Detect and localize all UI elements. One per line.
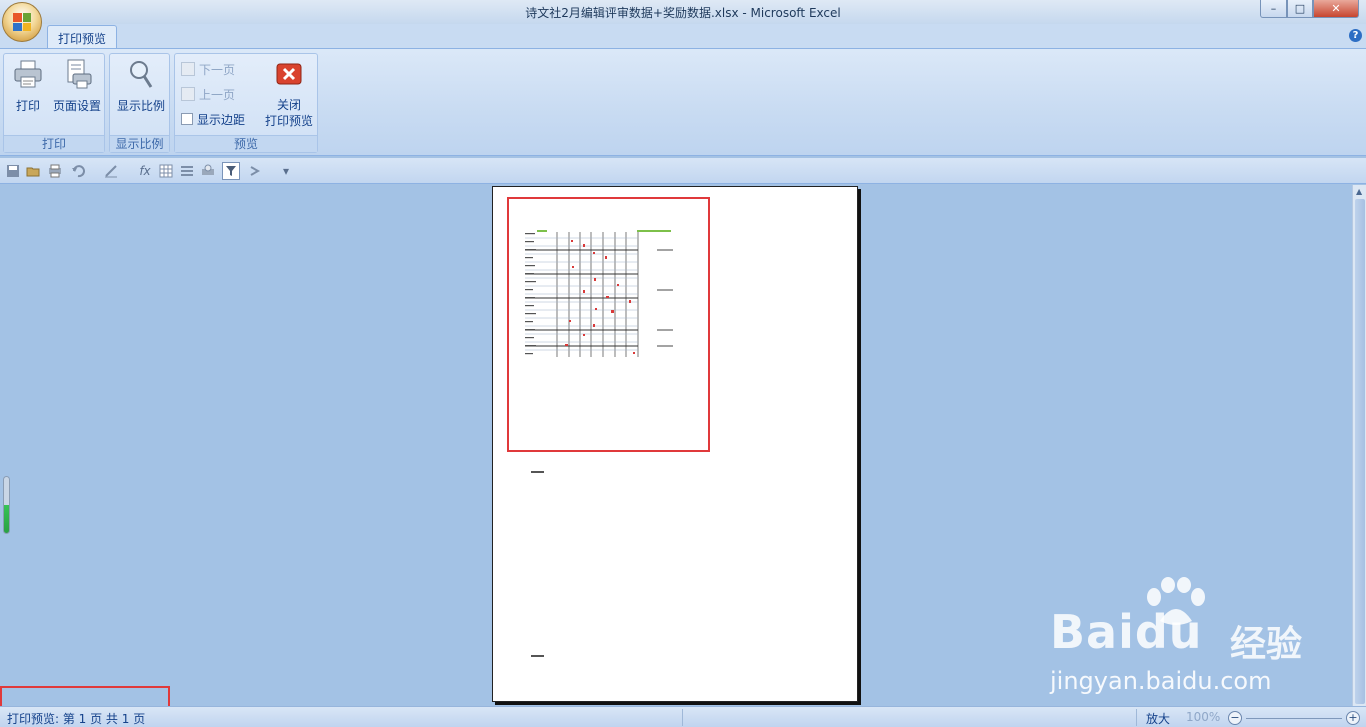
close-preview-label-line1: 关闭 xyxy=(276,98,301,112)
page-footer-mark xyxy=(531,471,544,473)
zoom-button-label: 显示比例 xyxy=(116,99,165,113)
progress-indicator-icon xyxy=(3,476,10,534)
maximize-button[interactable]: □ xyxy=(1287,0,1313,18)
vertical-scrollbar[interactable]: ▲ xyxy=(1352,185,1366,706)
print-button[interactable]: 打印 xyxy=(10,58,46,114)
page-setup-icon xyxy=(67,59,92,89)
group-zoom-label: 显示比例 xyxy=(110,135,169,152)
close-window-button[interactable]: ✕ xyxy=(1313,0,1359,18)
watermark-brand: Baidu xyxy=(1050,605,1203,659)
close-preview-label: 关闭 打印预览 xyxy=(261,97,317,129)
show-margins-checkbox[interactable]: 显示边距 xyxy=(181,109,245,129)
page-setup-button[interactable]: 页面设置 xyxy=(50,58,104,114)
title-bar: 诗文社2月编辑评审数据+奖励数据.xlsx - Microsoft Excel xyxy=(0,0,1366,24)
filter-icon[interactable] xyxy=(222,162,240,180)
group-print-label: 打印 xyxy=(4,135,104,152)
edit-icon[interactable] xyxy=(103,163,119,179)
status-divider-2 xyxy=(1136,709,1137,726)
zoom-out-icon[interactable]: − xyxy=(1228,711,1242,725)
save-icon[interactable] xyxy=(5,163,21,179)
sort-icon[interactable] xyxy=(248,163,264,179)
undo-icon[interactable] xyxy=(70,163,86,179)
prev-page-icon xyxy=(181,87,195,101)
group-preview-label: 预览 xyxy=(175,135,317,152)
rows-icon[interactable] xyxy=(179,163,195,179)
zoom-in-label[interactable]: 放大 xyxy=(1146,710,1170,727)
group-preview: 下一页 上一页 显示边距 关闭 打印预览 预览 xyxy=(174,53,318,153)
customize-icon[interactable]: ▾ xyxy=(278,163,294,179)
watermark-cn: 经验 xyxy=(1230,624,1303,665)
status-text: 打印预览: 第 1 页 共 1 页 xyxy=(7,712,146,726)
function-icon[interactable]: fx xyxy=(137,163,153,179)
close-preview-button[interactable]: 关闭 打印预览 xyxy=(261,58,317,129)
zoom-percent[interactable]: 100% xyxy=(1186,710,1220,724)
page-footer-mark-2 xyxy=(531,655,544,657)
close-preview-label-line2: 打印预览 xyxy=(264,114,313,128)
group-zoom: 显示比例 显示比例 xyxy=(109,53,170,153)
close-preview-icon xyxy=(276,63,302,85)
scroll-thumb[interactable] xyxy=(1355,199,1365,704)
magnifier-icon xyxy=(130,61,153,88)
printer-icon[interactable] xyxy=(200,163,216,179)
page-setup-label: 页面设置 xyxy=(52,99,101,113)
show-margins-label: 显示边距 xyxy=(197,112,246,127)
group-print: 打印 页面设置 打印 xyxy=(3,53,105,153)
checkbox-icon[interactable] xyxy=(181,113,193,125)
office-button[interactable] xyxy=(2,2,42,42)
next-page-label: 下一页 xyxy=(199,62,236,77)
highlight-box-content xyxy=(507,197,710,452)
zoom-slider[interactable] xyxy=(1246,718,1342,719)
open-icon[interactable] xyxy=(25,163,41,179)
print-button-label: 打印 xyxy=(15,99,40,113)
ribbon: 打印 页面设置 打印 显示比例 显示比例 下一页 上一页 显示边距 关闭 打印预… xyxy=(0,48,1366,156)
zoom-button[interactable]: 显示比例 xyxy=(113,58,169,114)
status-divider xyxy=(682,709,683,726)
next-page-icon xyxy=(181,62,195,76)
quick-toolbar: fx ▾ xyxy=(0,158,1366,184)
window-title: 诗文社2月编辑评审数据+奖励数据.xlsx - Microsoft Excel xyxy=(525,6,841,20)
printer-icon xyxy=(14,60,42,88)
zoom-in-icon[interactable]: + xyxy=(1346,711,1360,725)
status-bar: 打印预览: 第 1 页 共 1 页 放大 100% − + xyxy=(0,706,1366,727)
next-page-button[interactable]: 下一页 xyxy=(181,59,235,79)
print-setup-icon[interactable] xyxy=(47,163,63,179)
baidu-watermark: Baidu 经验 jingyan.baidu.com xyxy=(1040,577,1340,705)
table-icon[interactable] xyxy=(158,163,174,179)
office-logo-icon xyxy=(13,13,31,31)
watermark-url: jingyan.baidu.com xyxy=(1050,667,1272,695)
tab-print-preview[interactable]: 打印预览 xyxy=(47,25,118,49)
minimize-button[interactable]: – xyxy=(1260,0,1287,18)
prev-page-button[interactable]: 上一页 xyxy=(181,84,235,104)
help-icon[interactable]: ? xyxy=(1349,29,1362,42)
scroll-up-icon[interactable]: ▲ xyxy=(1356,187,1362,196)
prev-page-label: 上一页 xyxy=(199,87,236,102)
ribbon-tab-row xyxy=(0,24,1366,48)
